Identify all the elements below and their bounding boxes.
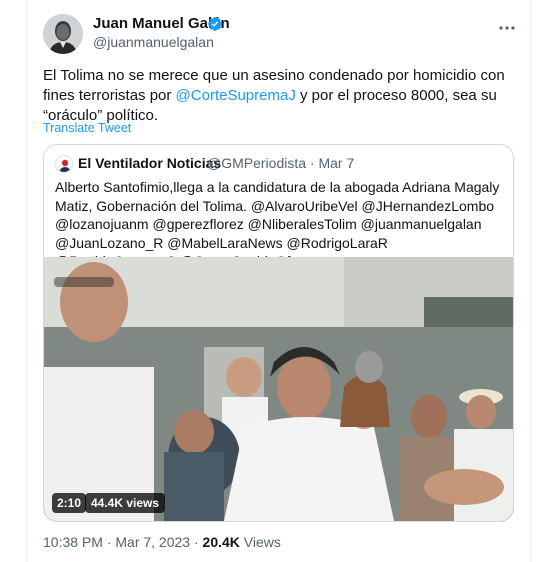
quoted-author-avatar: [55, 155, 73, 173]
tweet-metadata: 10:38 PM · Mar 7, 2023 · 20.4K Views: [43, 534, 281, 550]
video-thumbnail: [44, 257, 513, 521]
mention-link[interactable]: @CorteSupremaJ: [176, 87, 296, 104]
views-count: 20.4K: [202, 534, 240, 550]
views-label: Views: [239, 534, 281, 550]
quoted-author-name[interactable]: El Ventilador Noticias: [78, 155, 221, 171]
quoted-author-handle-date: @GMPeriodista · Mar 7: [207, 155, 355, 171]
video-duration-badge: 2:10: [52, 493, 87, 513]
tweet-timestamp[interactable]: 10:38 PM · Mar 7, 2023 ·: [43, 534, 203, 550]
translate-tweet-link[interactable]: Translate Tweet: [43, 121, 131, 135]
more-icon[interactable]: [497, 18, 517, 38]
author-handle[interactable]: @juanmanuelgalan: [93, 34, 214, 50]
quoted-tweet[interactable]: El Ventilador Noticias @GMPeriodista · M…: [43, 144, 514, 522]
video-player[interactable]: 2:10 44.4K views: [44, 257, 513, 521]
author-avatar[interactable]: [43, 14, 83, 54]
tweet-text: El Tolima no se merece que un asesino co…: [43, 66, 523, 126]
timeline-border-right: [530, 0, 531, 562]
video-views-badge: 44.4K views: [85, 493, 166, 513]
timeline-border-left: [26, 0, 27, 562]
verified-badge-icon: [208, 17, 222, 31]
